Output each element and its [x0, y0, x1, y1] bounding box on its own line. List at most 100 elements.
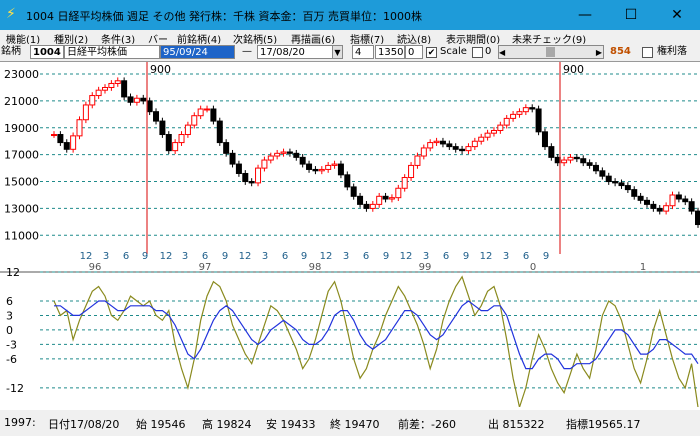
- status-high: 高 19824: [202, 418, 252, 431]
- month-tick-label: 9: [301, 251, 307, 262]
- candle-body: [70, 135, 77, 150]
- year-tick-label: 1: [640, 262, 646, 273]
- candle-body: [140, 97, 147, 102]
- cursor-label-1: 900: [563, 63, 584, 76]
- code-label: 銘柄: [1, 46, 21, 57]
- month-tick-label: 9: [222, 251, 228, 262]
- candle-body: [369, 203, 376, 209]
- month-tick-label: 9: [543, 251, 549, 262]
- candle-body: [535, 108, 542, 133]
- candle-body: [51, 134, 57, 137]
- candle-body: [261, 159, 268, 169]
- month-tick-label: 3: [503, 251, 509, 262]
- osc-tick-label: 3: [6, 309, 13, 322]
- scale-value: 0: [485, 46, 492, 57]
- param1-input[interactable]: 4: [352, 45, 374, 59]
- candle-body: [452, 146, 459, 150]
- chart-svg[interactable]: 2300021000190001700015000130001100012630…: [0, 62, 700, 419]
- scroll-left-icon[interactable]: ◀: [499, 46, 505, 60]
- date-separator: —: [242, 46, 252, 57]
- candle-body: [159, 120, 166, 136]
- month-tick-label: 12: [480, 251, 493, 262]
- osc-tick-label: 6: [6, 295, 13, 308]
- end-date-input[interactable]: 17/08/20: [257, 45, 343, 59]
- year-tick-label: 99: [419, 262, 432, 273]
- scale-label: Scale: [440, 46, 467, 57]
- candle-body: [165, 134, 172, 152]
- candle-body: [178, 134, 185, 144]
- osc-tick-label: 12: [6, 266, 20, 279]
- candle-body: [293, 152, 300, 158]
- candle-body: [427, 142, 434, 149]
- param3-input[interactable]: 0: [405, 45, 423, 59]
- close-button[interactable]: ✕: [654, 0, 700, 30]
- candle-body: [153, 111, 160, 122]
- scroll-thumb[interactable]: [546, 47, 555, 57]
- candle-body: [312, 168, 319, 172]
- candle-body: [599, 170, 606, 177]
- window-title: 1004 日経平均株価 週足 その他 発行株：千株 資本金：百万 売買単位：10…: [26, 10, 422, 23]
- start-date-input[interactable]: 95/09/24: [160, 45, 235, 59]
- candle-body: [656, 207, 663, 212]
- candle-body: [395, 187, 402, 199]
- maximize-button[interactable]: ☐: [608, 0, 654, 30]
- candle-body: [191, 115, 198, 126]
- param2-input[interactable]: 1350: [375, 45, 405, 59]
- candle-body: [127, 96, 134, 103]
- scale-toggle-checkbox[interactable]: [472, 47, 483, 58]
- candle-body: [510, 113, 517, 119]
- minimize-button[interactable]: —: [562, 0, 608, 30]
- year-tick-label: 0: [530, 262, 536, 273]
- status-low: 安 19433: [266, 418, 316, 431]
- scroll-position-value: 854: [610, 46, 631, 57]
- scale-checkbox[interactable]: ✔: [426, 47, 437, 58]
- chart-area[interactable]: 23000 21000 19000 17000 15000 13000 11000 12 6 3 0…: [0, 62, 700, 419]
- month-tick-label: 12: [400, 251, 413, 262]
- status-change: 前差：-260: [398, 418, 456, 431]
- candle-body: [408, 164, 415, 179]
- candle-body: [497, 124, 504, 131]
- candle-body: [382, 195, 389, 200]
- status-volume: 出 815322: [488, 418, 545, 431]
- month-tick-label: 12: [239, 251, 252, 262]
- status-open: 始 19546: [136, 418, 186, 431]
- candle-body: [210, 108, 217, 122]
- candle-body: [573, 156, 580, 160]
- code-input[interactable]: 1004: [30, 45, 64, 59]
- month-tick-label: 9: [383, 251, 389, 262]
- candle-body: [465, 146, 472, 152]
- candle-body: [363, 203, 370, 209]
- price-tick-label: 15000: [4, 176, 39, 189]
- candle-body: [624, 185, 631, 191]
- candle-body: [516, 111, 523, 115]
- month-tick-label: 3: [182, 251, 188, 262]
- menu-bar: 機能(1) 種別(2) 条件(3) バー 前銘柄(4) 次銘柄(5) 再描画(6) 指標(7)…: [0, 30, 700, 46]
- candle-body: [605, 175, 612, 183]
- osc-tick-label: 0: [6, 324, 13, 337]
- scrollbar[interactable]: ◀ ▶: [498, 45, 604, 59]
- status-indicator: 指標19565.17: [566, 418, 641, 431]
- candle-body: [121, 80, 128, 98]
- month-tick-label: 3: [343, 251, 349, 262]
- month-tick-label: 12: [160, 251, 173, 262]
- candle-body: [688, 201, 695, 212]
- name-field[interactable]: 日経平均株価: [64, 45, 160, 59]
- candle-body: [459, 148, 466, 152]
- candle-body: [89, 95, 96, 106]
- candle-body: [401, 177, 408, 189]
- candle-body: [446, 143, 453, 148]
- candle-body: [146, 100, 153, 113]
- rights-checkbox[interactable]: [642, 47, 653, 58]
- candle-body: [325, 164, 332, 170]
- candle-body: [172, 142, 179, 152]
- candle-body: [216, 120, 223, 144]
- candle-body: [108, 82, 115, 88]
- chevron-down-icon[interactable]: ▼: [332, 45, 343, 59]
- osc-tick-label: -3: [6, 338, 17, 351]
- candle-body: [133, 97, 140, 103]
- candle-body: [280, 151, 287, 154]
- scroll-right-icon[interactable]: ▶: [596, 46, 602, 60]
- status-year: 1997:: [4, 416, 36, 429]
- candle-body: [376, 195, 383, 205]
- candle-body: [204, 108, 211, 111]
